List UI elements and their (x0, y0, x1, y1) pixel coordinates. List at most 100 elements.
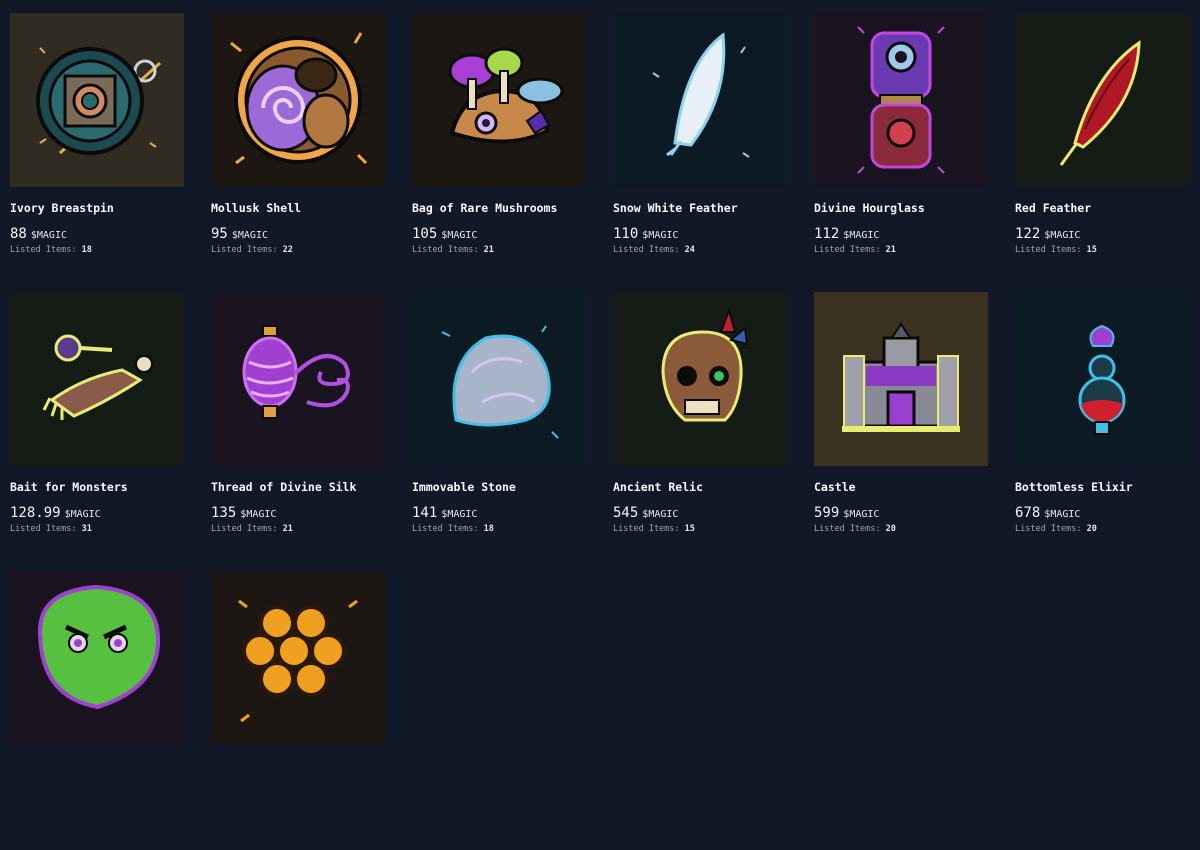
item-name[interactable]: Mollusk Shell (211, 201, 385, 217)
item-thumbnail[interactable] (1015, 292, 1189, 466)
price-row: 141 $MAGIC (412, 502, 586, 521)
item-thumbnail[interactable] (211, 13, 385, 187)
listed-count: Listed Items: 18 (10, 245, 184, 255)
listed-count: Listed Items: 15 (613, 524, 787, 534)
listed-value: 15 (684, 524, 695, 534)
item-name[interactable]: Red Feather (1015, 201, 1189, 217)
currency-label: $MAGIC (1044, 509, 1081, 520)
listed-value: 15 (1086, 245, 1097, 255)
hourglass-icon (814, 13, 988, 187)
item-card[interactable]: Castle 599 $MAGIC Listed Items: 20 (814, 292, 988, 571)
item-name[interactable]: Bait for Monsters (10, 480, 184, 496)
item-name[interactable]: Ancient Relic (613, 480, 787, 496)
listed-count: Listed Items: 20 (814, 524, 988, 534)
listed-label: Listed Items: (814, 524, 881, 534)
item-card[interactable]: Snow White Feather 110 $MAGIC Listed Item… (613, 13, 787, 292)
item-card[interactable]: Divine Hourglass 112 $MAGIC Listed Items:… (814, 13, 988, 292)
item-price: 112 (814, 226, 840, 242)
item-price: 88 (10, 226, 27, 242)
item-price: 678 (1015, 505, 1041, 521)
red-feather-icon (1015, 13, 1189, 187)
item-thumbnail[interactable] (613, 292, 787, 466)
currency-label: $MAGIC (231, 230, 268, 241)
price-row: 105 $MAGIC (412, 223, 586, 242)
item-card[interactable]: Ivory Breastpin 88 $MAGIC Listed Items: 1… (10, 13, 184, 292)
honeycomb-icon (211, 571, 385, 745)
item-name[interactable]: Bottomless Elixir (1015, 480, 1189, 496)
item-card[interactable]: Bottomless Elixir 678 $MAGIC Listed Items… (1015, 292, 1189, 571)
listed-count: Listed Items: 31 (10, 524, 184, 534)
item-name[interactable]: Immovable Stone (412, 480, 586, 496)
item-name[interactable]: Castle (814, 480, 988, 496)
price-row: 128.99 $MAGIC (10, 502, 184, 521)
listed-label: Listed Items: (1015, 524, 1082, 534)
item-thumbnail[interactable] (10, 13, 184, 187)
item-card[interactable]: Red Feather 122 $MAGIC Listed Items: 15 (1015, 13, 1189, 292)
listed-label: Listed Items: (613, 245, 680, 255)
price-row: 678 $MAGIC (1015, 502, 1189, 521)
item-price: 110 (613, 226, 639, 242)
white-feather-icon (613, 13, 787, 187)
item-price: 95 (211, 226, 228, 242)
item-price: 141 (412, 505, 438, 521)
listed-label: Listed Items: (814, 245, 881, 255)
currency-label: $MAGIC (1044, 230, 1081, 241)
item-thumbnail[interactable] (211, 571, 385, 745)
stone-icon (412, 292, 586, 466)
item-thumbnail[interactable] (1015, 13, 1189, 187)
item-thumbnail[interactable] (814, 292, 988, 466)
breastpin-icon (10, 13, 184, 187)
price-row: 122 $MAGIC (1015, 223, 1189, 242)
currency-label: $MAGIC (441, 509, 478, 520)
listed-count: Listed Items: 21 (412, 245, 586, 255)
item-card[interactable]: Immovable Stone 141 $MAGIC Listed Items: … (412, 292, 586, 571)
listed-label: Listed Items: (10, 524, 77, 534)
item-name[interactable]: Bag of Rare Mushrooms (412, 201, 586, 217)
item-thumbnail[interactable] (814, 13, 988, 187)
listed-value: 21 (885, 245, 896, 255)
item-price: 545 (613, 505, 639, 521)
listed-value: 21 (483, 245, 494, 255)
item-card[interactable]: Bag of Rare Mushrooms 105 $MAGIC Listed I… (412, 13, 586, 292)
castle-icon (814, 292, 988, 466)
item-name[interactable]: Thread of Divine Silk (211, 480, 385, 496)
listed-count: Listed Items: 22 (211, 245, 385, 255)
listed-label: Listed Items: (412, 524, 479, 534)
item-thumbnail[interactable] (412, 292, 586, 466)
item-card[interactable]: Ancient Relic 545 $MAGIC Listed Items: 15 (613, 292, 787, 571)
item-name[interactable]: Ivory Breastpin (10, 201, 184, 217)
currency-label: $MAGIC (642, 509, 679, 520)
item-thumbnail[interactable] (10, 292, 184, 466)
price-row: 599 $MAGIC (814, 502, 988, 521)
goblin-icon (10, 571, 184, 745)
item-thumbnail[interactable] (412, 13, 586, 187)
item-name[interactable]: Snow White Feather (613, 201, 787, 217)
item-card[interactable]: Thread of Divine Silk 135 $MAGIC Listed I… (211, 292, 385, 571)
item-card[interactable]: Bait for Monsters 128.99 $MAGIC Listed It… (10, 292, 184, 571)
mushroom-bag-icon (412, 13, 586, 187)
item-price: 128.99 (10, 505, 61, 521)
item-name[interactable]: Divine Hourglass (814, 201, 988, 217)
price-row: 110 $MAGIC (613, 223, 787, 242)
listed-value: 31 (81, 524, 92, 534)
price-row: 135 $MAGIC (211, 502, 385, 521)
listed-value: 18 (81, 245, 92, 255)
listed-value: 22 (282, 245, 293, 255)
price-row: 88 $MAGIC (10, 223, 184, 242)
listed-value: 20 (885, 524, 896, 534)
item-card[interactable] (10, 571, 184, 850)
currency-label: $MAGIC (441, 230, 478, 241)
item-thumbnail[interactable] (10, 571, 184, 745)
currency-label: $MAGIC (64, 509, 101, 520)
listed-value: 24 (684, 245, 695, 255)
item-card[interactable] (211, 571, 385, 850)
currency-label: $MAGIC (843, 230, 880, 241)
currency-label: $MAGIC (240, 509, 277, 520)
item-price: 135 (211, 505, 237, 521)
item-thumbnail[interactable] (211, 292, 385, 466)
item-thumbnail[interactable] (613, 13, 787, 187)
listed-label: Listed Items: (10, 245, 77, 255)
item-card[interactable]: Mollusk Shell 95 $MAGIC Listed Items: 22 (211, 13, 385, 292)
item-price: 122 (1015, 226, 1041, 242)
listed-label: Listed Items: (211, 524, 278, 534)
